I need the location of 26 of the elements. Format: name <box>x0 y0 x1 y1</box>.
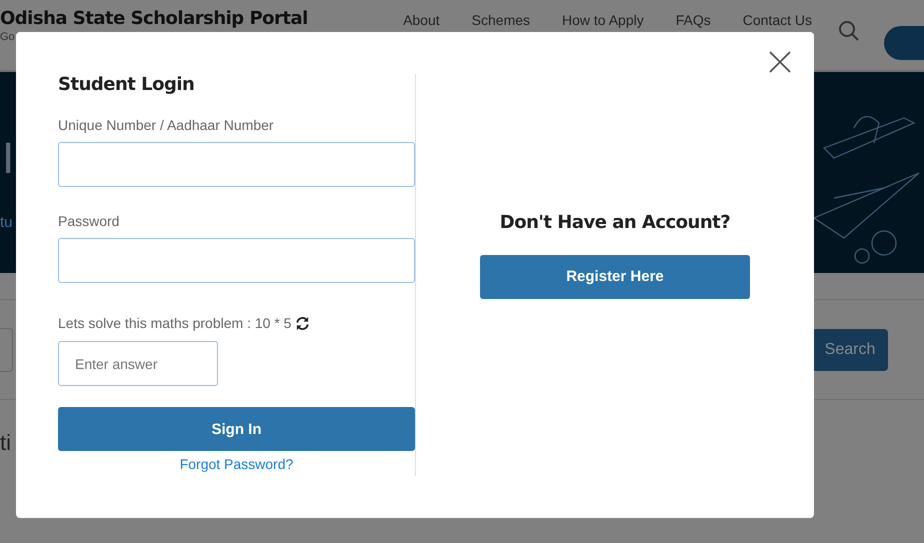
sign-in-button[interactable]: Sign In <box>58 407 415 451</box>
field-label: Unique Number / Aadhaar Number <box>58 117 274 133</box>
close-icon[interactable] <box>768 50 792 74</box>
nav-link[interactable]: Schemes <box>472 12 530 28</box>
banner-heading: I <box>2 134 14 184</box>
nav-link[interactable]: FAQs <box>676 12 711 28</box>
banner-subheading: tu <box>0 214 14 231</box>
captcha-question: Lets solve this maths problem : 10 * 5 <box>58 315 292 331</box>
forgot-password-link[interactable]: Forgot Password? <box>58 456 415 472</box>
section-heading: ti <box>0 430 11 455</box>
site-title: Odisha State Scholarship Portal <box>0 8 308 29</box>
field-label: Password <box>58 213 120 229</box>
register-heading: Don't Have an Account? <box>500 212 730 232</box>
input-field[interactable] <box>58 238 415 283</box>
search-button[interactable]: Search <box>812 328 888 370</box>
nav-link[interactable]: About <box>403 12 440 28</box>
nav-link[interactable]: Contact Us <box>742 12 812 28</box>
site-subtitle: Go <box>0 31 16 43</box>
answer-field[interactable]: Enter answer <box>58 341 218 386</box>
refresh-icon[interactable] <box>295 316 310 330</box>
login-button[interactable] <box>884 26 924 60</box>
input-field[interactable] <box>58 142 415 187</box>
nav-link[interactable]: How to Apply <box>562 12 644 28</box>
register-button[interactable]: Register Here <box>480 254 750 298</box>
dialog-title: Student Login <box>58 74 194 95</box>
search-icon[interactable] <box>838 20 860 42</box>
